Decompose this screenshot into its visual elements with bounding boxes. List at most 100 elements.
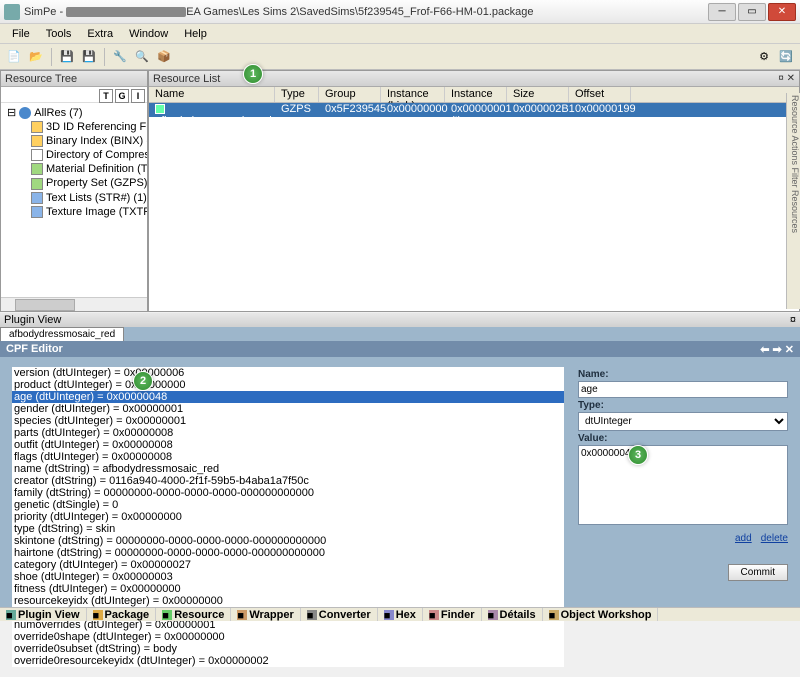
file-icon <box>31 178 43 190</box>
add-link[interactable]: add <box>735 533 752 544</box>
name-label: Name: <box>578 369 788 380</box>
new-icon[interactable]: 📄 <box>4 47 24 67</box>
property-row[interactable]: outfit (dtUInteger) = 0x00000008 <box>12 439 564 451</box>
property-row[interactable]: parts (dtUInteger) = 0x00000008 <box>12 427 564 439</box>
property-row[interactable]: name (dtString) = afbodydressmosaic_red <box>12 463 564 475</box>
type-label: Type: <box>578 400 788 411</box>
file-icon <box>31 149 43 161</box>
list-header: Name Type Group Instance (high) Instance… <box>149 87 799 103</box>
side-tabs[interactable]: Resource Actions Filter Resources <box>786 93 800 309</box>
resource-tree-panel: Resource Tree T G I ⊟ AllRes (7) 3D ID R… <box>0 70 148 312</box>
menu-bar: File Tools Extra Window Help <box>0 24 800 44</box>
filter-i[interactable]: I <box>131 89 145 103</box>
property-row[interactable]: age (dtUInteger) = 0x00000048 <box>12 391 564 403</box>
col-size[interactable]: Size <box>507 87 569 102</box>
menu-help[interactable]: Help <box>176 26 215 42</box>
close-button[interactable]: ✕ <box>768 3 796 21</box>
icon-d[interactable]: ⚙ <box>754 47 774 67</box>
bottom-tabs: ■Plugin View ■Package ■Resource ■Wrapper… <box>0 607 800 621</box>
property-row[interactable]: override0subset (dtString) = body <box>12 643 564 655</box>
resource-tree-title: Resource Tree <box>5 73 77 85</box>
icon-c[interactable]: 📦 <box>154 47 174 67</box>
saveas-icon[interactable]: 💾 <box>79 47 99 67</box>
property-row[interactable]: hairtone (dtString) = 00000000-0000-0000… <box>12 547 564 559</box>
property-row[interactable]: fitness (dtUInteger) = 0x00000000 <box>12 583 564 595</box>
menu-extra[interactable]: Extra <box>79 26 121 42</box>
property-row[interactable]: flags (dtUInteger) = 0x00000008 <box>12 451 564 463</box>
tab-package[interactable]: ■Package <box>87 608 157 621</box>
property-row[interactable]: override0shape (dtUInteger) = 0x00000000 <box>12 631 564 643</box>
type-select[interactable]: dtUInteger <box>578 412 788 431</box>
tab-finder[interactable]: ■Finder <box>423 608 482 621</box>
maximize-button[interactable]: ▭ <box>738 3 766 21</box>
property-row[interactable]: family (dtString) = 00000000-0000-0000-0… <box>12 487 564 499</box>
save-icon[interactable]: 💾 <box>57 47 77 67</box>
minimize-button[interactable]: ─ <box>708 3 736 21</box>
property-row[interactable]: species (dtUInteger) = 0x00000001 <box>12 415 564 427</box>
property-row[interactable]: gender (dtUInteger) = 0x00000001 <box>12 403 564 415</box>
filter-t[interactable]: T <box>99 89 113 103</box>
badge-2: 2 <box>133 371 153 391</box>
tree-scrollbar[interactable] <box>1 297 147 311</box>
toolbar: 📄 📂 💾 💾 🔧 🔍 📦 ⚙ 🔄 <box>0 44 800 70</box>
tab-pluginview[interactable]: ■Plugin View <box>0 608 87 621</box>
property-row[interactable]: category (dtUInteger) = 0x00000027 <box>12 559 564 571</box>
file-icon <box>31 206 43 218</box>
open-icon[interactable]: 📂 <box>26 47 46 67</box>
value-field[interactable]: 0x00000048 <box>578 445 788 525</box>
file-icon <box>31 135 43 147</box>
icon-e[interactable]: 🔄 <box>776 47 796 67</box>
table-row[interactable]: afbodydressmosaic_red GZPS 0x5F239545 0x… <box>149 103 799 117</box>
cpf-editor-title: CPF Editor⬅ ➡ ✕ <box>0 341 800 357</box>
col-ihigh[interactable]: Instance (high) <box>381 87 445 102</box>
menu-tools[interactable]: Tools <box>38 26 80 42</box>
value-label: Value: <box>578 433 788 444</box>
file-icon <box>31 121 43 133</box>
window-title: SimPe - EA Games\Les Sims 2\SavedSims\5f… <box>24 6 708 18</box>
property-row[interactable]: shoe (dtUInteger) = 0x00000003 <box>12 571 564 583</box>
tab-wrapper[interactable]: ■Wrapper <box>231 608 300 621</box>
plugin-view-panel: Plugin View ¤ afbodydressmosaic_red CPF E… <box>0 313 800 607</box>
resource-list-panel: Resource List ¤ ✕ Name Type Group Instanc… <box>148 70 800 312</box>
plugin-view-title: Plugin View <box>4 314 61 326</box>
resource-tree[interactable]: ⊟ AllRes (7) 3D ID Referencing File (3ID… <box>1 103 147 297</box>
property-row[interactable]: resourcekeyidx (dtUInteger) = 0x00000000 <box>12 595 564 607</box>
col-offset[interactable]: Offset <box>569 87 631 102</box>
pane-pin-icon[interactable]: ¤ ✕ <box>778 73 795 84</box>
property-row[interactable]: creator (dtString) = 0116a940-4000-2f1f-… <box>12 475 564 487</box>
menu-file[interactable]: File <box>4 26 38 42</box>
resource-list-title: Resource List <box>153 73 220 85</box>
tab-converter[interactable]: ■Converter <box>301 608 378 621</box>
property-form: Name: Type: dtUInteger Value: 0x00000048… <box>578 367 788 667</box>
tab-details[interactable]: ■Détails <box>482 608 543 621</box>
property-list[interactable]: version (dtUInteger) = 0x00000006product… <box>12 367 564 667</box>
plugin-pin-icon[interactable]: ¤ <box>790 314 796 326</box>
property-row[interactable]: override0resourcekeyidx (dtUInteger) = 0… <box>12 655 564 667</box>
col-inst[interactable]: Instance <box>445 87 507 102</box>
filter-g[interactable]: G <box>115 89 129 103</box>
file-icon <box>31 163 43 175</box>
name-field[interactable] <box>578 381 788 398</box>
property-row[interactable]: genetic (dtSingle) = 0 <box>12 499 564 511</box>
globe-icon <box>19 107 31 119</box>
icon-b[interactable]: 🔍 <box>132 47 152 67</box>
menu-window[interactable]: Window <box>121 26 176 42</box>
app-icon <box>4 4 20 20</box>
property-row[interactable]: version (dtUInteger) = 0x00000006 <box>12 367 564 379</box>
tab-hex[interactable]: ■Hex <box>378 608 423 621</box>
col-name[interactable]: Name <box>149 87 275 102</box>
icon-a[interactable]: 🔧 <box>110 47 130 67</box>
property-row[interactable]: type (dtString) = skin <box>12 523 564 535</box>
col-type[interactable]: Type <box>275 87 319 102</box>
plugin-tab[interactable]: afbodydressmosaic_red <box>0 327 124 341</box>
commit-button[interactable]: Commit <box>728 564 788 581</box>
property-row[interactable]: priority (dtUInteger) = 0x00000000 <box>12 511 564 523</box>
col-group[interactable]: Group <box>319 87 381 102</box>
tab-objectworkshop[interactable]: ■Object Workshop <box>543 608 659 621</box>
property-row[interactable]: product (dtUInteger) = 0x00000000 <box>12 379 564 391</box>
tab-resource[interactable]: ■Resource <box>156 608 231 621</box>
badge-3: 3 <box>628 445 648 465</box>
delete-link[interactable]: delete <box>761 533 788 544</box>
file-icon <box>31 192 43 204</box>
property-row[interactable]: skintone (dtString) = 00000000-0000-0000… <box>12 535 564 547</box>
